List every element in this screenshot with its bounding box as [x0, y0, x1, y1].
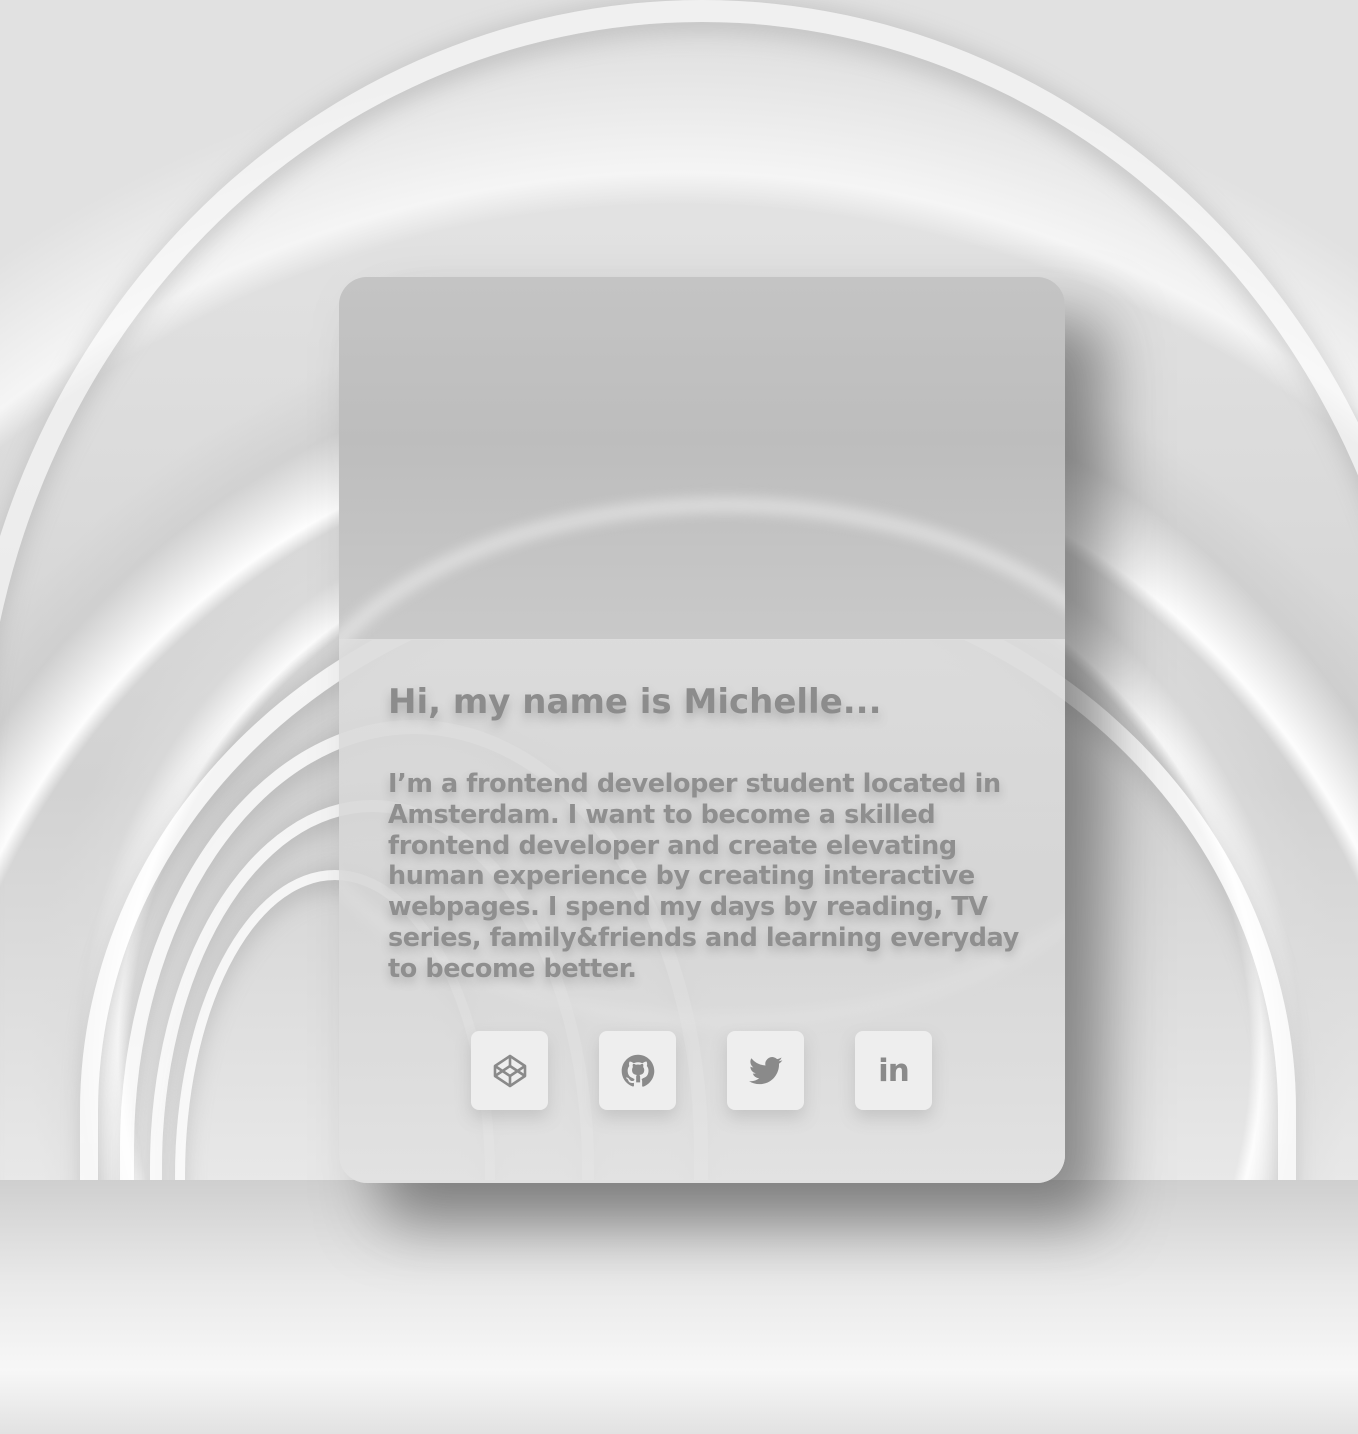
- github-button[interactable]: [599, 1031, 676, 1110]
- tunnel-floor: [0, 1180, 1358, 1434]
- codepen-button[interactable]: [471, 1031, 548, 1110]
- page: Hi, my name is Michelle... I’m a fronten…: [0, 0, 1358, 1434]
- twitter-icon: [748, 1056, 783, 1086]
- card-header-area: [339, 277, 1065, 1029]
- linkedin-button[interactable]: in: [855, 1031, 932, 1110]
- codepen-icon: [492, 1053, 528, 1089]
- github-icon: [621, 1054, 655, 1088]
- profile-card: Hi, my name is Michelle... I’m a fronten…: [339, 277, 1065, 1183]
- twitter-button[interactable]: [727, 1031, 804, 1110]
- social-links: in: [339, 1031, 1065, 1111]
- profile-bio: I’m a frontend developer student located…: [388, 769, 1019, 984]
- linkedin-icon: in: [878, 1052, 910, 1089]
- profile-heading: Hi, my name is Michelle...: [388, 682, 882, 722]
